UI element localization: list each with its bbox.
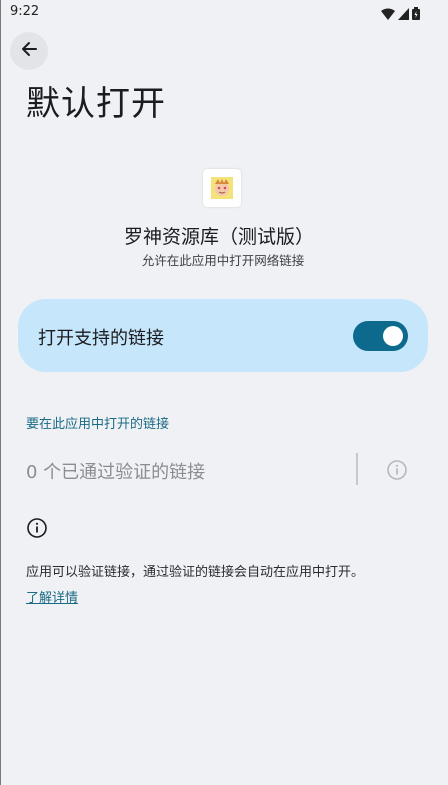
battery-icon: [412, 5, 420, 24]
window-edge: [0, 0, 1, 785]
info-description: 应用可以验证链接，通过验证的链接会自动在应用中打开。: [26, 565, 365, 580]
status-time: 9:22: [10, 4, 40, 19]
links-section-title: 要在此应用中打开的链接: [26, 417, 170, 432]
arrow-left-icon: [20, 40, 38, 62]
back-button[interactable]: [10, 32, 48, 70]
verified-links-row[interactable]: 0 个已通过验证的链接: [0, 452, 448, 488]
switch-knob: [383, 326, 403, 346]
status-icons: [381, 5, 420, 24]
app-name: 罗神资源库（测试版）: [123, 226, 314, 248]
app-subtitle: 允许在此应用中打开网络链接: [141, 253, 305, 268]
info-icon[interactable]: [386, 459, 408, 481]
signal-icon: [398, 5, 409, 24]
divider: [356, 453, 358, 485]
toggle-label: 打开支持的链接: [38, 328, 164, 349]
learn-more-link[interactable]: 了解详情: [26, 587, 78, 606]
page-title: 默认打开: [26, 84, 166, 124]
info-icon: [26, 517, 48, 539]
open-supported-links-card[interactable]: 打开支持的链接: [18, 299, 428, 372]
verified-links-text: 0 个已通过验证的链接: [26, 462, 206, 483]
app-icon: [203, 169, 241, 207]
open-links-switch[interactable]: [353, 321, 408, 351]
wifi-icon: [381, 5, 395, 24]
status-bar: 9:22: [0, 0, 448, 24]
